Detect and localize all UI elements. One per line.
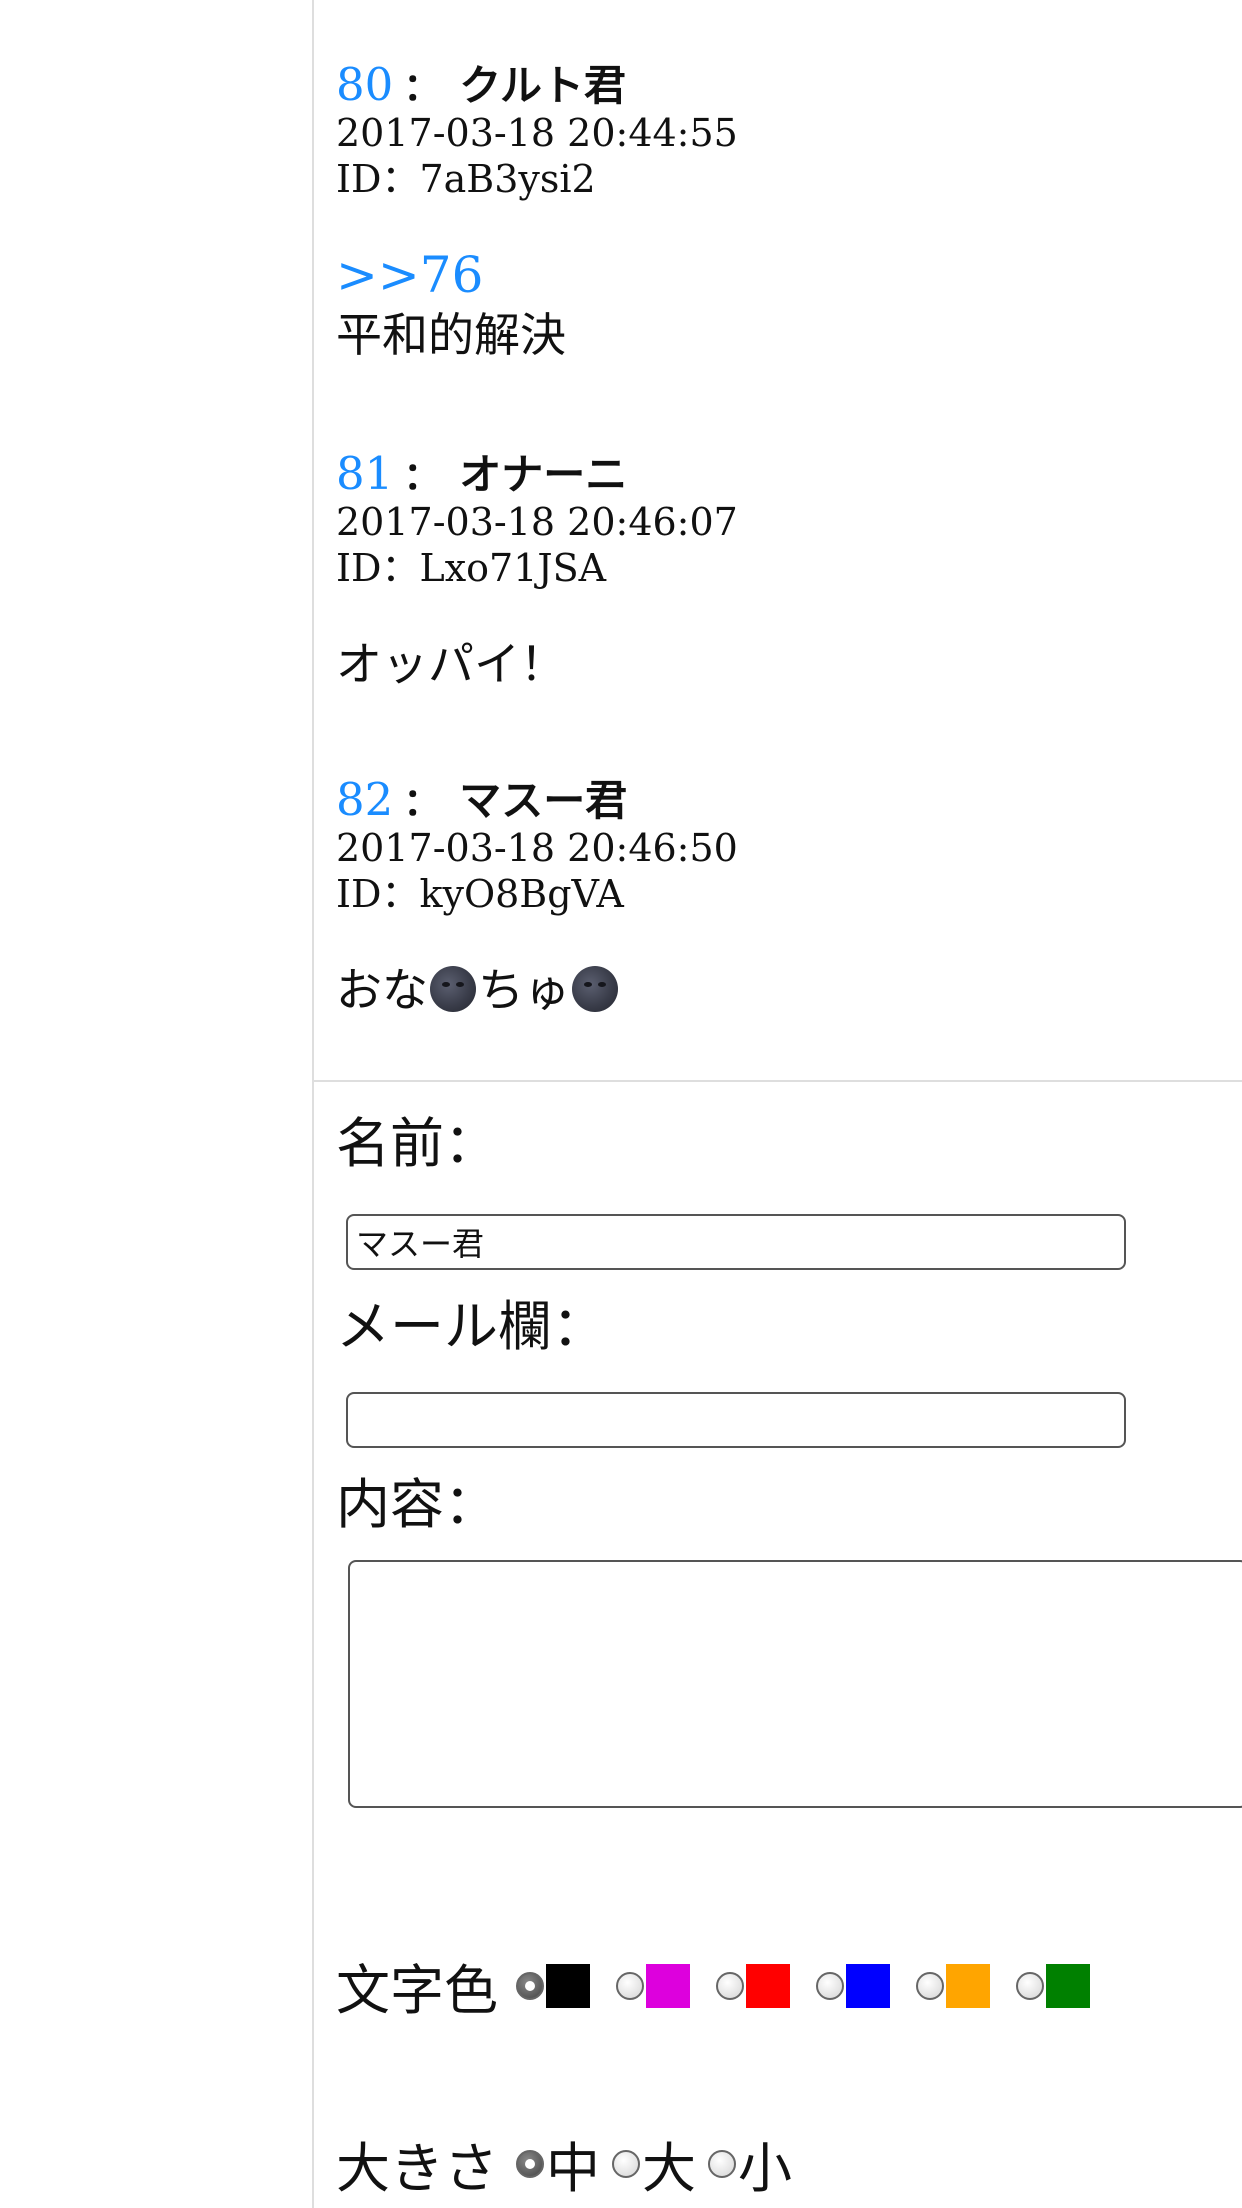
- post-number-link[interactable]: 80: [336, 58, 393, 111]
- post-date: 2017-03-18 20:46:07: [336, 500, 738, 544]
- post-number-link[interactable]: 81: [336, 447, 393, 500]
- color-radio[interactable]: [916, 1971, 944, 2000]
- color-radio[interactable]: [1016, 1971, 1044, 2000]
- post-separator: ：: [403, 780, 442, 824]
- color-radio[interactable]: [816, 1971, 844, 2000]
- color-swatch: [1046, 1963, 1090, 2008]
- color-swatch: [646, 1963, 690, 2008]
- post-date: 2017-03-18 20:46:50: [336, 826, 738, 870]
- text-color-row: 文字色: [336, 1946, 1098, 2025]
- color-radio[interactable]: [616, 1971, 644, 2000]
- size-option-label: 小: [738, 2137, 792, 2200]
- size-radio[interactable]: [612, 2149, 640, 2178]
- color-radio[interactable]: [516, 1971, 544, 2000]
- size-option-label: 大: [642, 2137, 696, 2200]
- post-id: ID：Lxo71JSA: [336, 546, 607, 590]
- form-divider: [314, 1080, 1242, 1082]
- left-gutter: [0, 0, 312, 2208]
- text-size-label: 大きさ: [336, 2137, 498, 2200]
- color-swatch: [746, 1963, 790, 2008]
- post-date: 2017-03-18 20:44:55: [336, 111, 738, 155]
- name-label: 名前：: [336, 1112, 498, 1175]
- color-swatch: [546, 1963, 590, 2008]
- post-author-name: マスー君: [459, 776, 628, 825]
- post-body: >>76 平和的解決: [336, 245, 566, 365]
- content-textarea[interactable]: [348, 1560, 1242, 1808]
- post-separator: ：: [403, 65, 442, 109]
- color-swatch: [946, 1963, 990, 2008]
- text-size-row: 大きさ中大小: [336, 2124, 792, 2203]
- name-input[interactable]: [346, 1214, 1126, 1270]
- post-text: 平和的解決: [336, 308, 566, 362]
- post-separator: ：: [403, 454, 442, 498]
- post-header: 81： オナーニ: [336, 449, 627, 501]
- post-id: ID：7aB3ysi2: [336, 157, 596, 201]
- post-number-link[interactable]: 82: [336, 773, 393, 826]
- mail-input[interactable]: [346, 1392, 1126, 1448]
- post-body: おな ちゅ: [336, 960, 620, 1020]
- content-label: 内容：: [336, 1473, 498, 1536]
- post-header: 82： マスー君: [336, 775, 627, 827]
- size-radio[interactable]: [708, 2149, 736, 2178]
- size-radio[interactable]: [516, 2149, 544, 2178]
- post-author-name: オナーニ: [459, 450, 628, 499]
- post-author-name: クルト君: [459, 61, 627, 110]
- post-text-part: ちゅ: [478, 963, 570, 1017]
- color-swatch: [846, 1963, 890, 2008]
- new-moon-face-icon: [572, 966, 618, 1012]
- post-body: オッパイ！: [336, 634, 566, 694]
- new-moon-face-icon: [430, 966, 476, 1012]
- color-radio[interactable]: [716, 1971, 744, 2000]
- text-color-label: 文字色: [336, 1959, 498, 2022]
- size-option-label: 中: [546, 2137, 600, 2200]
- post-text-part: おな: [336, 963, 428, 1017]
- post-id: ID：kyO8BgVA: [336, 872, 624, 916]
- post-text: オッパイ！: [336, 637, 566, 691]
- reply-anchor-link[interactable]: >>76: [336, 245, 566, 305]
- post-header: 80： クルト君: [336, 60, 626, 112]
- vertical-divider: [312, 0, 314, 2208]
- mail-label: メール欄：: [336, 1295, 606, 1358]
